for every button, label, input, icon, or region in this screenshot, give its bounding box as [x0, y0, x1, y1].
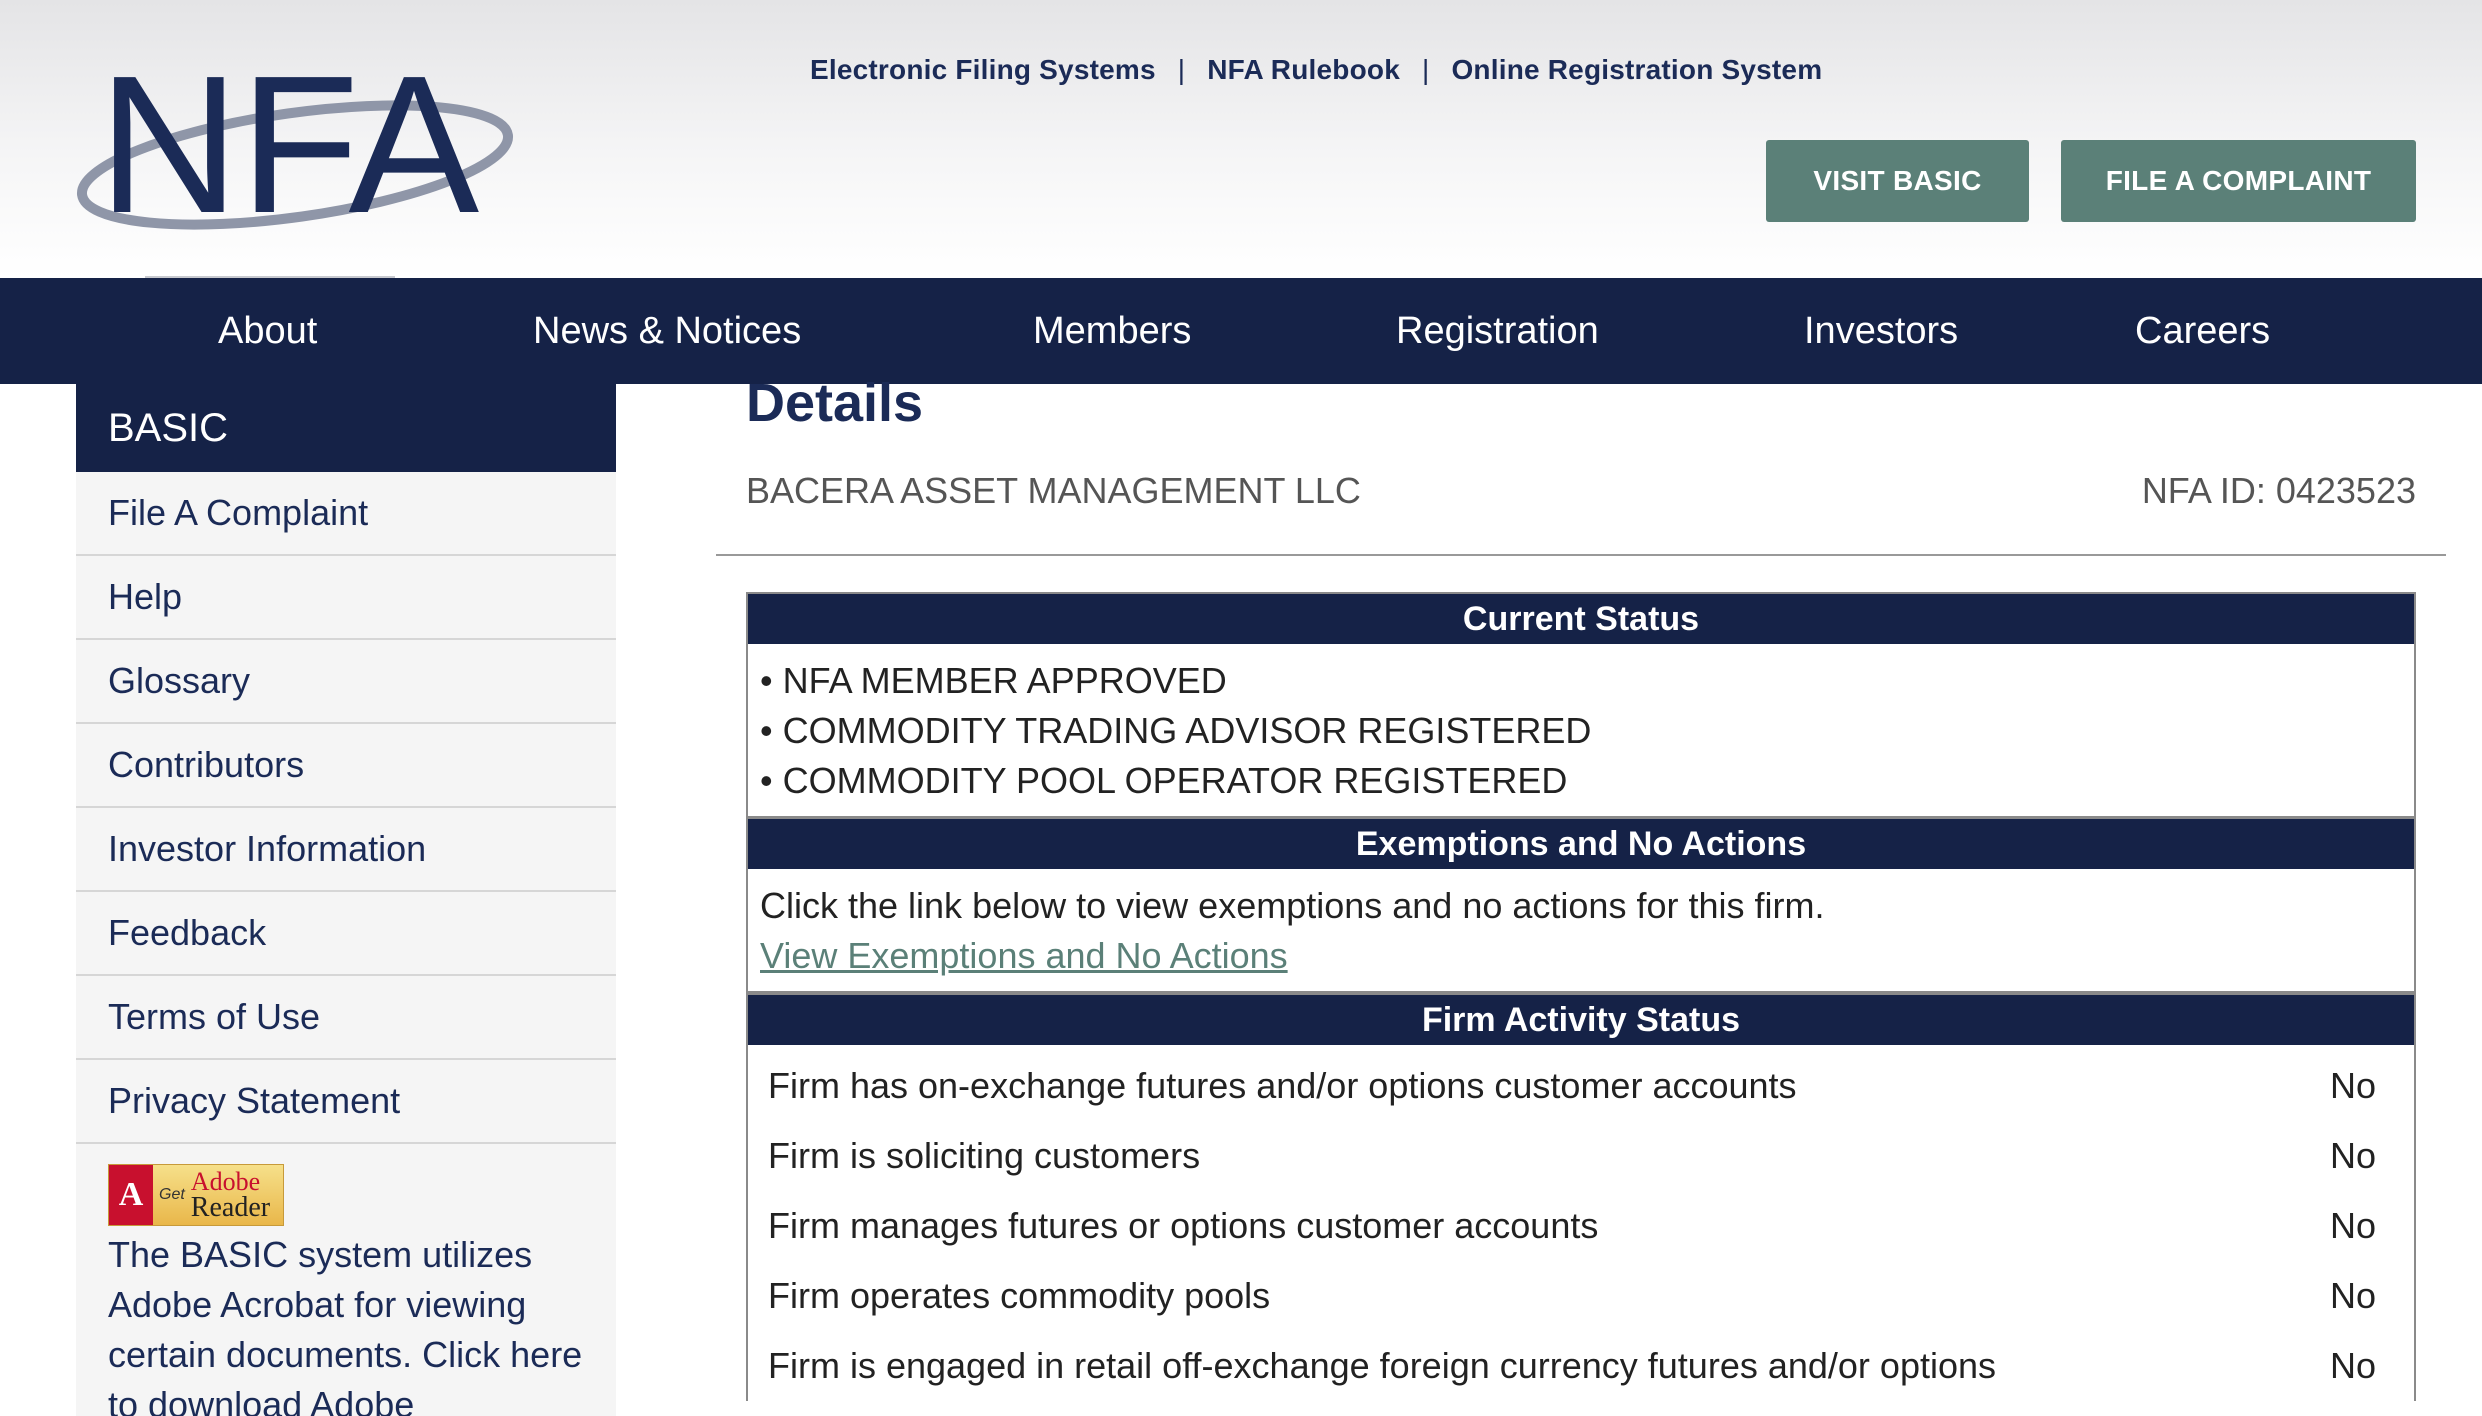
firm-activity-panel: Firm Activity Status Firm has on-exchang… — [746, 993, 2416, 1401]
nav-members[interactable]: Members — [1033, 278, 1191, 384]
site-header: NFA Electronic Filing Systems | NFA Rule… — [0, 0, 2482, 278]
activity-label: Firm is engaged in retail off-exchange f… — [768, 1345, 1997, 1386]
activity-value: No — [2329, 1275, 2376, 1316]
sidebar-item-privacy-statement[interactable]: Privacy Statement — [76, 1060, 616, 1144]
nfa-logo[interactable]: NFA — [70, 50, 570, 280]
exemptions-panel: Exemptions and No Actions Click the link… — [746, 817, 2416, 993]
nav-about[interactable]: About — [218, 278, 317, 384]
activity-row: Firm is soliciting customers No — [748, 1121, 2414, 1191]
sidebar-item-feedback[interactable]: Feedback — [76, 892, 616, 976]
adobe-reader-section: A Get Adobe Reader The BASIC system util… — [76, 1144, 616, 1416]
nfa-rulebook-link[interactable]: NFA Rulebook — [1207, 54, 1400, 86]
sidebar-title[interactable]: BASIC — [76, 384, 616, 472]
activity-label: Firm is soliciting customers — [768, 1135, 1201, 1176]
nav-registration[interactable]: Registration — [1396, 278, 1599, 384]
firm-name: BACERA ASSET MANAGEMENT LLC — [746, 470, 1361, 511]
reader-word: Reader — [190, 1192, 271, 1223]
firm-activity-heading: Firm Activity Status — [748, 995, 2414, 1045]
exemptions-heading: Exemptions and No Actions — [748, 819, 2414, 869]
electronic-filing-link[interactable]: Electronic Filing Systems — [810, 54, 1156, 86]
get-adobe-reader-badge[interactable]: A Get Adobe Reader — [108, 1164, 284, 1226]
nav-investors[interactable]: Investors — [1804, 278, 1958, 384]
logo-text: NFA — [98, 50, 479, 254]
sidebar-item-terms-of-use[interactable]: Terms of Use — [76, 976, 616, 1060]
status-item: NFA MEMBER APPROVED — [760, 656, 2402, 706]
activity-row: Firm operates commodity pools No — [748, 1261, 2414, 1331]
activity-value: No — [2329, 1345, 2376, 1386]
link-separator: | — [1177, 54, 1186, 85]
sidebar-item-file-complaint[interactable]: File A Complaint — [76, 472, 616, 556]
adobe-download-text[interactable]: The BASIC system utilizes Adobe Acrobat … — [108, 1230, 588, 1416]
activity-row: Firm manages futures or options customer… — [748, 1191, 2414, 1261]
visit-basic-button[interactable]: VISIT BASIC — [1766, 140, 2029, 222]
nav-careers[interactable]: Careers — [2135, 278, 2270, 384]
adobe-reader-text: Adobe Reader — [190, 1169, 271, 1223]
main-nav: About News & Notices Members Registratio… — [0, 278, 2482, 384]
activity-label: Firm operates commodity pools — [768, 1275, 1271, 1316]
nav-news-notices[interactable]: News & Notices — [533, 278, 801, 384]
activity-value: No — [2329, 1205, 2376, 1246]
sidebar: BASIC File A Complaint Help Glossary Con… — [76, 384, 616, 1416]
activity-row: Firm has on-exchange futures and/or opti… — [748, 1051, 2414, 1121]
activity-label: Firm has on-exchange futures and/or opti… — [768, 1065, 1797, 1106]
page-title: Details — [746, 373, 924, 433]
sidebar-item-investor-information[interactable]: Investor Information — [76, 808, 616, 892]
sidebar-item-help[interactable]: Help — [76, 556, 616, 640]
activity-value: No — [2329, 1065, 2376, 1106]
sidebar-item-glossary[interactable]: Glossary — [76, 640, 616, 724]
current-status-heading: Current Status — [748, 594, 2414, 644]
nfa-id: NFA ID: 0423523 — [2141, 470, 2416, 511]
online-registration-link[interactable]: Online Registration System — [1451, 54, 1822, 86]
adobe-logo-icon: A — [109, 1165, 153, 1225]
activity-label: Firm manages futures or options customer… — [768, 1205, 1599, 1246]
status-item: COMMODITY POOL OPERATOR REGISTERED — [760, 756, 2402, 806]
link-separator: | — [1421, 54, 1430, 85]
activity-value: No — [2329, 1135, 2376, 1176]
file-complaint-button[interactable]: FILE A COMPLAINT — [2061, 140, 2416, 222]
exemptions-body: Click the link below to view exemptions … — [748, 869, 2414, 991]
top-links: Electronic Filing Systems | NFA Rulebook… — [810, 50, 1822, 90]
status-item: COMMODITY TRADING ADVISOR REGISTERED — [760, 706, 2402, 756]
activity-row: Firm is engaged in retail off-exchange f… — [748, 1331, 2414, 1401]
sidebar-item-contributors[interactable]: Contributors — [76, 724, 616, 808]
status-list: NFA MEMBER APPROVED COMMODITY TRADING AD… — [748, 644, 2414, 816]
current-status-panel: Current Status NFA MEMBER APPROVED COMMO… — [746, 592, 2416, 818]
view-exemptions-link[interactable]: View Exemptions and No Actions — [760, 931, 2402, 981]
exemptions-text: Click the link below to view exemptions … — [760, 885, 1825, 926]
adobe-get-text: Get — [159, 1186, 185, 1203]
details-divider — [716, 554, 2446, 556]
